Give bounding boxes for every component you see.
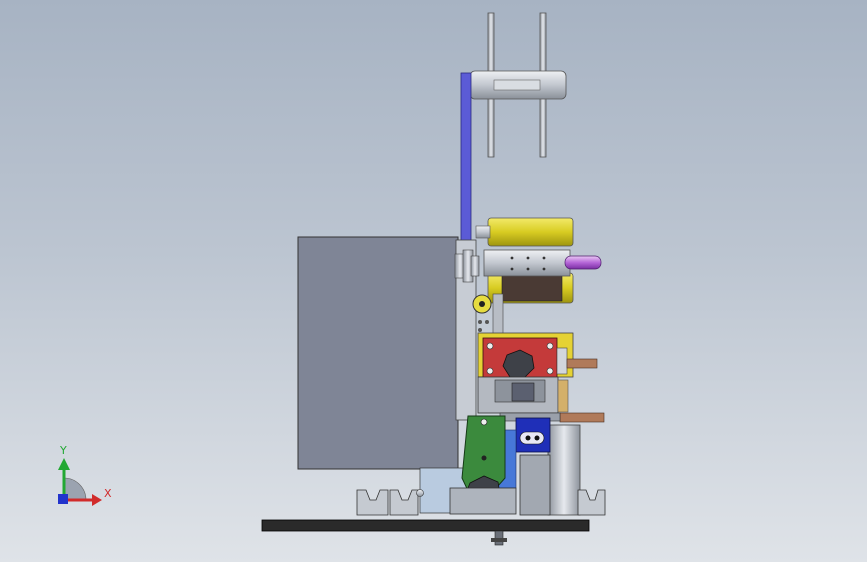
slide-screws [478, 320, 489, 332]
main-housing [297, 236, 459, 470]
silver-roller-mid [483, 249, 571, 277]
lower-cylinder [547, 424, 581, 516]
vertical-slide [492, 293, 504, 337]
yellow-roller-top [487, 217, 574, 247]
roller-assembly [475, 217, 602, 304]
brown-roll [501, 274, 563, 302]
roller-shaft-top [475, 225, 491, 239]
cad-viewport[interactable]: Y X [0, 0, 867, 562]
purple-belt [460, 72, 472, 242]
base-block [449, 487, 517, 515]
x-axis-arrow [92, 494, 102, 506]
blue-block [515, 417, 551, 453]
clamp-foot-right [577, 489, 606, 516]
copper-arm-lower [559, 412, 605, 423]
axis-triad: Y X [58, 444, 112, 506]
middle-block [477, 376, 605, 423]
spool-axle [493, 79, 541, 91]
purple-pin [564, 255, 602, 270]
spool-assembly [469, 12, 567, 158]
machine-drawing: Y X [58, 12, 606, 546]
gear-wheel [472, 294, 492, 314]
y-axis-label: Y [59, 444, 67, 457]
red-block-assembly [477, 332, 598, 379]
x-axis-label: X [104, 487, 112, 500]
base-plate [261, 519, 590, 532]
clamp-foot-left [356, 489, 424, 516]
z-axis-origin [58, 494, 68, 504]
lower-column [519, 454, 551, 516]
y-axis-arrow [58, 458, 70, 470]
copper-arm-upper [566, 358, 598, 369]
